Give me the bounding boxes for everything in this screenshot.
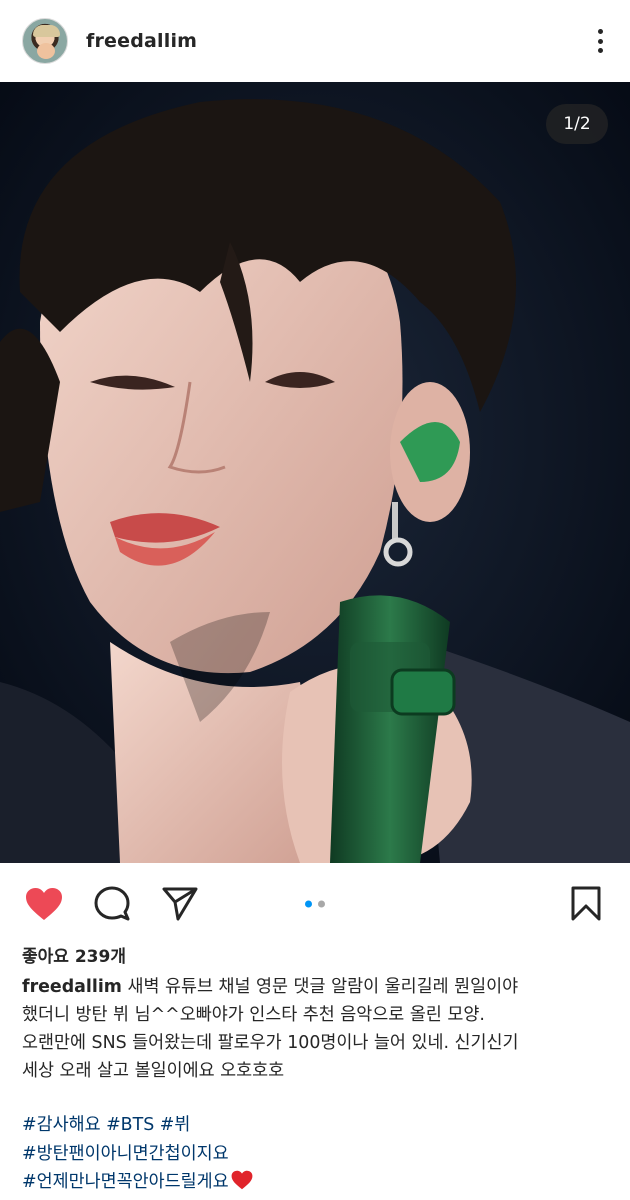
comment-icon[interactable] xyxy=(92,884,132,924)
bookmark-icon[interactable] xyxy=(566,884,606,924)
action-bar xyxy=(0,863,630,945)
avatar-hat xyxy=(33,25,60,37)
post-username[interactable]: freedallim xyxy=(86,30,197,52)
comment-icon-glyph xyxy=(94,886,130,921)
post-header: freedallim xyxy=(0,0,630,82)
post-image xyxy=(0,82,630,863)
red-heart-emoji xyxy=(231,1170,252,1190)
bookmark-icon-glyph xyxy=(571,886,601,921)
send-icon-glyph xyxy=(162,887,198,921)
send-icon[interactable] xyxy=(160,884,200,924)
carousel-counter: 1/2 xyxy=(546,104,608,144)
carousel-dot xyxy=(318,900,325,908)
caption-line: 세상 오래 살고 볼일이에요 오호호호 xyxy=(22,1061,285,1081)
caption-text: 새벽 유튜브 채널 영문 댓글 알람이 울리길레 뭔일이야 xyxy=(127,977,519,997)
caption-line: 했더니 방탄 뷔 님^^오빠야가 인스타 추천 음악으로 올린 모양. xyxy=(22,1005,485,1025)
hashtags: #감사해요 #BTS #뷔 #방탄팬이아니면간첩이지요 #언제만나면꼭안아드릴게… xyxy=(22,1111,253,1197)
post-caption: freedallim 새벽 유튜브 채널 영문 댓글 알람이 울리길레 뭔일이야… xyxy=(22,973,612,1085)
carousel-indicator xyxy=(305,900,325,908)
caption-line: freedallim 새벽 유튜브 채널 영문 댓글 알람이 울리길레 뭔일이야 xyxy=(22,973,612,1001)
carousel-dot-active xyxy=(305,900,312,908)
hashtag-line: #언제만나면꼭안아드릴게요 xyxy=(22,1168,253,1197)
profile-avatar[interactable] xyxy=(22,18,68,64)
heart-icon-glyph xyxy=(26,888,62,920)
caption-line: 오랜만에 SNS 들어왔는데 팔로우가 100명이나 늘어 있네. 신기신기 xyxy=(22,1033,519,1053)
more-options-icon[interactable] xyxy=(590,26,610,56)
hashtag-line[interactable]: #방탄팬이아니면간첩이지요 xyxy=(22,1140,253,1169)
more-dot xyxy=(597,29,603,34)
likes-count[interactable]: 좋아요 239개 xyxy=(22,942,126,967)
avatar-face xyxy=(37,43,55,59)
heart-icon[interactable] xyxy=(24,884,64,924)
post-photo[interactable]: 1/2 xyxy=(0,82,630,863)
caption-username[interactable]: freedallim xyxy=(22,977,122,997)
more-dot xyxy=(597,38,603,44)
more-dot xyxy=(597,48,603,53)
hashtag-line[interactable]: #감사해요 #BTS #뷔 xyxy=(22,1111,253,1140)
hashtag-text[interactable]: #언제만나면꼭안아드릴게요 xyxy=(22,1172,229,1192)
